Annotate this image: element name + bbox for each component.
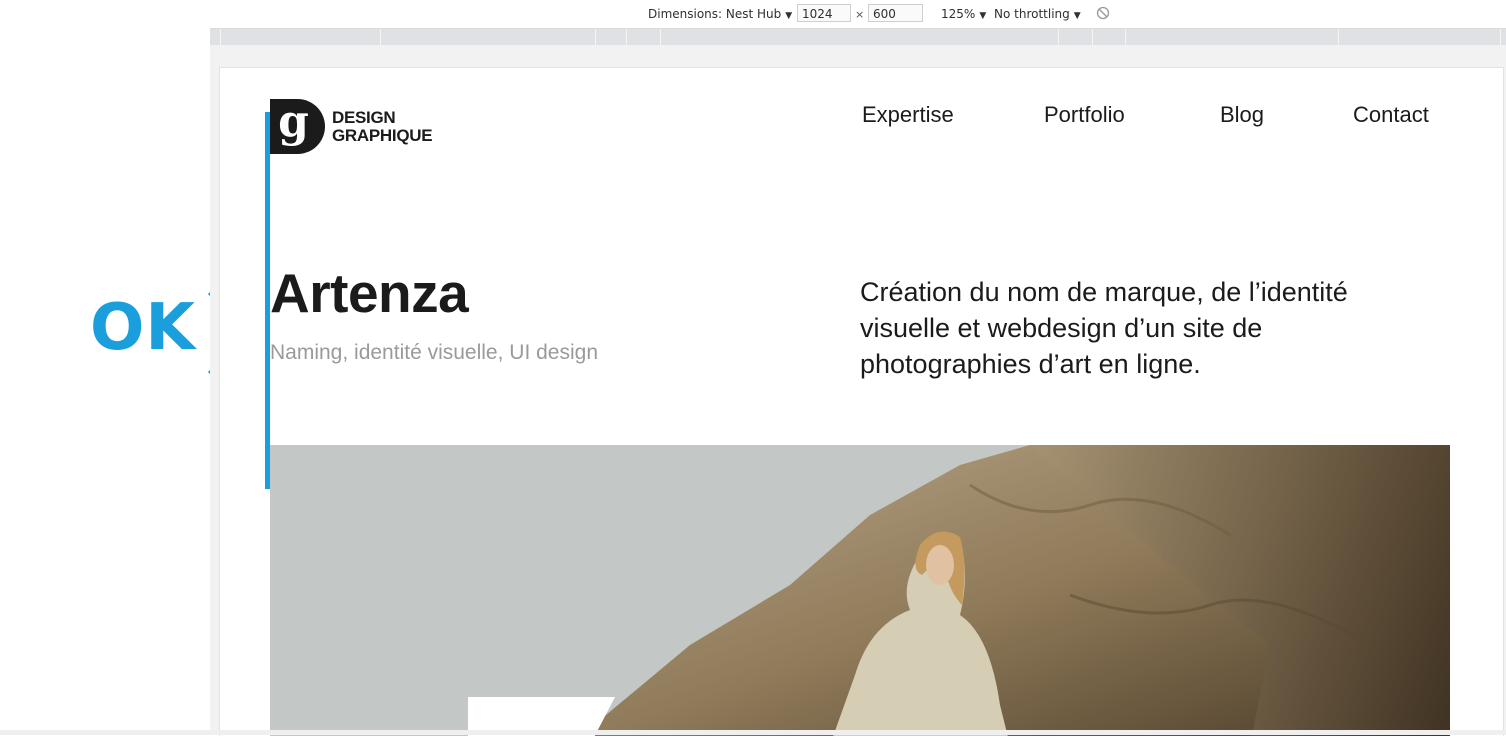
- device-height-input[interactable]: 600: [868, 4, 923, 22]
- logo-mark-letter: g: [278, 95, 309, 147]
- device-width-input[interactable]: 1024: [797, 4, 851, 22]
- annotation-ok-label: OK: [90, 291, 196, 365]
- project-title: Artenza: [270, 262, 469, 324]
- throttling-dropdown[interactable]: No throttling ▼: [994, 7, 1081, 21]
- throttling-label: No throttling: [994, 7, 1070, 21]
- nav-link-blog[interactable]: Blog: [1220, 102, 1264, 128]
- hero-image: [270, 445, 1450, 736]
- alignment-guide-line: [265, 112, 270, 489]
- dimension-separator: ×: [855, 8, 865, 21]
- dropdown-arrow-icon: ▼: [785, 11, 793, 21]
- device-emulation-frame: Dimensions: Nest Hub ▼ 1024 × 600 125% ▼ N…: [210, 0, 1506, 736]
- device-dimensions-dropdown[interactable]: Dimensions: Nest Hub ▼: [648, 7, 792, 21]
- dropdown-arrow-icon: ▼: [979, 11, 987, 21]
- logo-wordmark: DESIGN GRAPHIQUE: [332, 107, 433, 145]
- nav-link-portfolio[interactable]: Portfolio: [1044, 102, 1125, 128]
- project-description: Création du nom de marque, de l’identité…: [860, 277, 1348, 379]
- page-viewport: g DESIGN GRAPHIQUE Expertise Portfolio B…: [219, 67, 1504, 736]
- dropdown-arrow-icon: ▼: [1073, 11, 1081, 21]
- nav-link-expertise[interactable]: Expertise: [862, 102, 954, 128]
- project-subtitle: Naming, identité visuelle, UI design: [270, 341, 599, 364]
- logo-line-2: GRAPHIQUE: [332, 125, 433, 145]
- media-query-ruler[interactable]: [210, 29, 1506, 45]
- logo-mark: g: [270, 99, 325, 154]
- zoom-label: 125%: [941, 7, 976, 21]
- nav-link-contact[interactable]: Contact: [1353, 102, 1429, 128]
- zoom-dropdown[interactable]: 125% ▼: [941, 7, 986, 21]
- device-toolbar: Dimensions: Nest Hub ▼ 1024 × 600 125% ▼ N…: [210, 0, 1506, 29]
- bottom-border: [0, 730, 1506, 735]
- logo-line-1: DESIGN: [332, 107, 396, 127]
- rotate-icon[interactable]: [1096, 6, 1110, 20]
- device-dimensions-label: Dimensions: Nest Hub: [648, 7, 782, 21]
- site-logo[interactable]: g DESIGN GRAPHIQUE: [270, 99, 433, 154]
